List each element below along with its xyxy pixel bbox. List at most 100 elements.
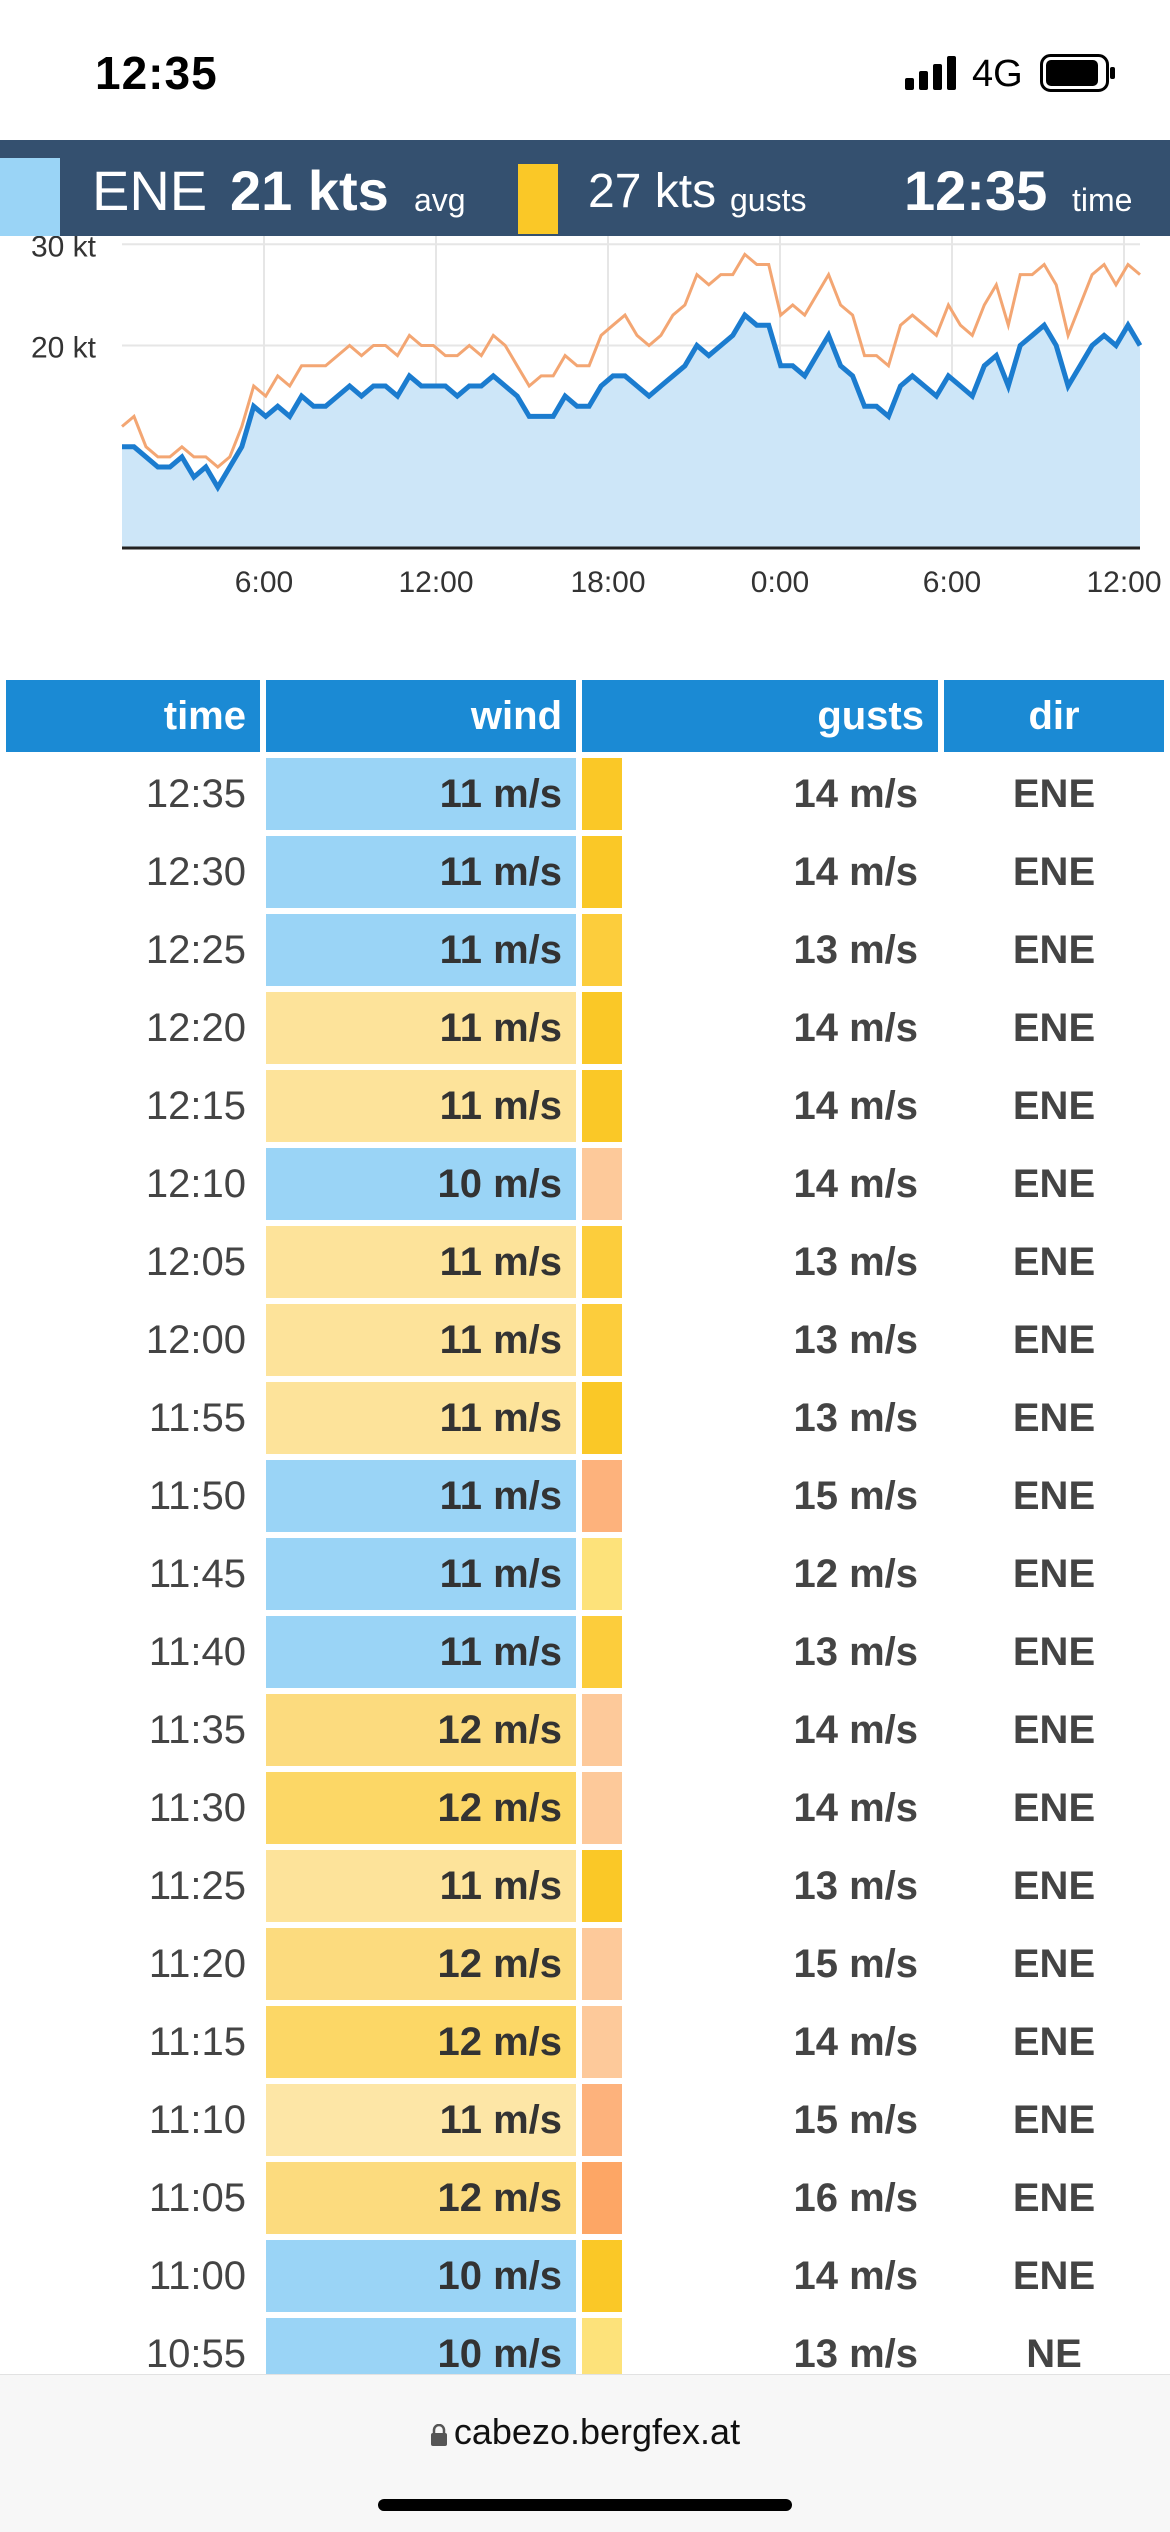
cell-gust-bar (582, 1382, 622, 1454)
cell-gust-bar (582, 914, 622, 986)
cell-time: 11:15 (148, 2020, 246, 2064)
cell-gust-bar (582, 758, 622, 830)
table-row: 12:10 10 m/s 14 m/s ENE (6, 1148, 1166, 1226)
x-tick-label: 12:00 (398, 566, 473, 599)
x-tick-label: 0:00 (751, 566, 809, 599)
cell-wind: 11 m/s (266, 2084, 576, 2156)
cell-dir: ENE (1012, 2176, 1096, 2220)
cell-gusts: 14 m/s (793, 1084, 918, 1128)
cell-wind: 11 m/s (266, 914, 576, 986)
cell-gusts: 14 m/s (793, 1006, 918, 1050)
cell-dir: ENE (1012, 1708, 1096, 1752)
cell-time: 11:05 (148, 2176, 246, 2220)
cell-wind: 11 m/s (266, 758, 576, 830)
status-bar: 12:35 4G (0, 0, 1170, 140)
table-row: 11:25 11 m/s 13 m/s ENE (6, 1850, 1166, 1928)
x-tick-label: 6:00 (235, 566, 293, 599)
cell-gust-bar (582, 1928, 622, 2000)
cell-wind: 12 m/s (266, 1928, 576, 2000)
cell-dir: ENE (1012, 2098, 1096, 2142)
x-tick-label: 12:00 (1086, 566, 1161, 599)
cell-wind: 12 m/s (266, 2162, 576, 2234)
cell-time: 11:10 (148, 2098, 246, 2142)
avg-value: 21 kts (230, 159, 389, 222)
cell-dir: ENE (1012, 1552, 1096, 1596)
cell-dir: ENE (1012, 2020, 1096, 2064)
y-tick-label: 20 kt (31, 332, 97, 365)
cell-gusts: 12 m/s (793, 1552, 918, 1596)
cell-dir: ENE (1012, 1864, 1096, 1908)
cell-time: 11:35 (148, 1708, 246, 1752)
status-time: 12:35 (95, 47, 218, 99)
avg-label: avg (414, 182, 466, 218)
cell-dir: ENE (1012, 1318, 1096, 1362)
cell-time: 11:45 (148, 1552, 246, 1596)
wind-direction: ENE (92, 159, 208, 222)
cell-dir: ENE (1012, 928, 1096, 972)
table-body: 12:35 11 m/s 14 m/s ENE 12:30 11 m/s 14 m/s ENE… (6, 758, 1166, 2396)
cell-gusts: 15 m/s (793, 2098, 918, 2142)
cell-gust-bar (582, 1460, 622, 1532)
cell-dir: ENE (1012, 1396, 1096, 1440)
cell-time: 12:20 (145, 1006, 246, 1050)
table-row: 11:45 11 m/s 12 m/s ENE (6, 1538, 1166, 1616)
header-wind[interactable]: wind (266, 680, 576, 752)
cell-gusts: 15 m/s (793, 1942, 918, 1986)
url-text: cabezo.bergfex.at (453, 2411, 741, 2452)
cell-wind: 11 m/s (266, 1460, 576, 1532)
header-gusts[interactable]: gusts (582, 680, 938, 752)
table-row: 11:05 12 m/s 16 m/s ENE (6, 2162, 1166, 2240)
table-row: 12:05 11 m/s 13 m/s ENE (6, 1226, 1166, 1304)
cell-gusts: 14 m/s (793, 772, 918, 816)
cell-time: 12:05 (145, 1240, 246, 1284)
cell-time: 11:55 (148, 1396, 246, 1440)
gust-swatch (518, 164, 558, 234)
x-tick-label: 6:00 (923, 566, 981, 599)
cell-gusts: 13 m/s (793, 1864, 918, 1908)
cell-gusts: 13 m/s (793, 1240, 918, 1284)
cell-gust-bar (582, 1538, 622, 1610)
table-row: 12:30 11 m/s 14 m/s ENE (6, 836, 1166, 914)
cell-gust-bar (582, 1304, 622, 1376)
table-row: 12:15 11 m/s 14 m/s ENE (6, 1070, 1166, 1148)
cell-dir: ENE (1012, 1162, 1096, 1206)
table-row: 11:15 12 m/s 14 m/s ENE (6, 2006, 1166, 2084)
cell-gusts: 14 m/s (793, 2020, 918, 2064)
cell-time: 12:10 (145, 1162, 246, 1206)
cell-gust-bar (582, 992, 622, 1064)
cell-wind: 11 m/s (266, 1616, 576, 1688)
table-row: 11:40 11 m/s 13 m/s ENE (6, 1616, 1166, 1694)
cell-wind: 11 m/s (266, 836, 576, 908)
url-bar[interactable]: cabezo.bergfex.at (0, 2411, 1170, 2453)
cell-gusts: 13 m/s (793, 1318, 918, 1362)
cell-dir: ENE (1012, 1084, 1096, 1128)
cell-wind: 11 m/s (266, 1382, 576, 1454)
cell-gusts: 13 m/s (793, 1630, 918, 1674)
wind-table: time wind gusts dir 12:35 11 m/s 14 m/s ENE… (6, 680, 1164, 2390)
cell-time: 12:30 (145, 850, 246, 894)
cell-dir: ENE (1012, 1006, 1096, 1050)
cell-gusts: 14 m/s (793, 1708, 918, 1752)
home-indicator[interactable] (378, 2499, 792, 2511)
cell-dir: ENE (1012, 772, 1096, 816)
cell-dir: ENE (1012, 1240, 1096, 1284)
cell-time: 11:00 (148, 2254, 246, 2298)
cell-gusts: 14 m/s (793, 1786, 918, 1830)
header-dir[interactable]: dir (944, 680, 1164, 752)
avg-swatch (0, 158, 60, 236)
table-row: 11:50 11 m/s 15 m/s ENE (6, 1460, 1166, 1538)
gust-value: 27 kts (588, 165, 717, 218)
cell-time: 12:00 (145, 1318, 246, 1362)
header-time[interactable]: time (6, 680, 260, 752)
table-row: 12:25 11 m/s 13 m/s ENE (6, 914, 1166, 992)
cell-time: 11:30 (148, 1786, 246, 1830)
cell-gust-bar (582, 1694, 622, 1766)
cell-gust-bar (582, 2240, 622, 2312)
cell-wind: 11 m/s (266, 1538, 576, 1610)
cell-gust-bar (582, 836, 622, 908)
summary-bar: ENE 21 kts avg 27 kts gusts 12:35 time (0, 140, 1170, 236)
wind-area (122, 315, 1140, 548)
current-time: 12:35 (904, 159, 1048, 222)
browser-footer: cabezo.bergfex.at (0, 2374, 1170, 2532)
table-row: 11:00 10 m/s 14 m/s ENE (6, 2240, 1166, 2318)
